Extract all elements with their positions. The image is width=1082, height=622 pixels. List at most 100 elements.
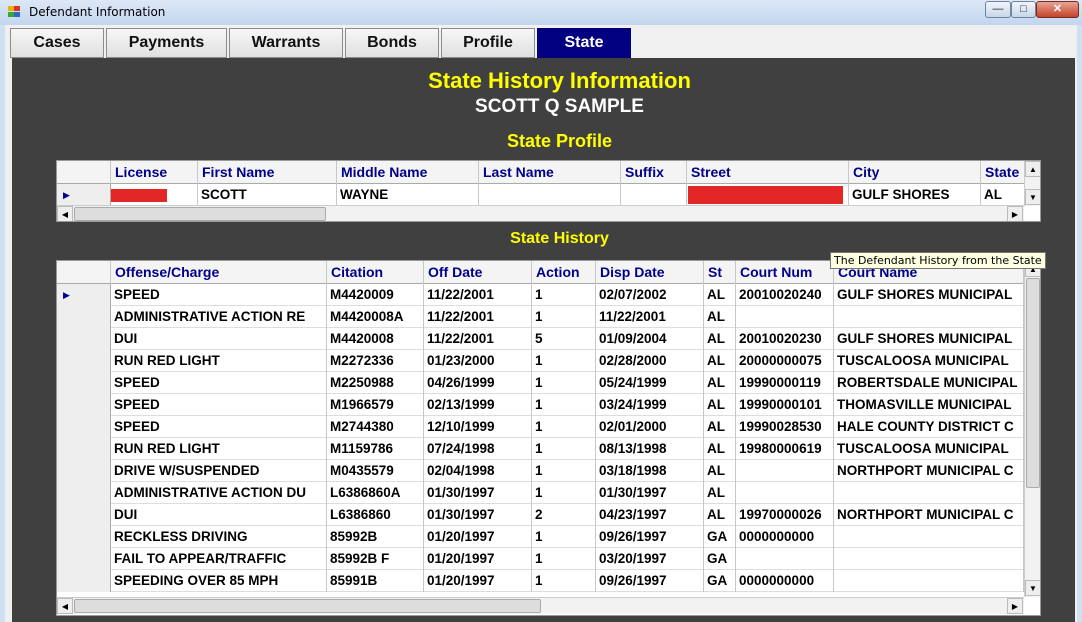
cell-action: 1: [532, 350, 596, 372]
cell-suffix: [621, 184, 687, 206]
window-title: Defendant Information: [29, 5, 166, 19]
col-license[interactable]: License: [111, 161, 198, 184]
table-row[interactable]: SPEED M2744380 12/10/1999 1 02/01/2000 AL 1999…: [57, 416, 1024, 438]
col-last-name[interactable]: Last Name: [479, 161, 621, 184]
col-city[interactable]: City: [849, 161, 981, 184]
cell-court-name: GULF SHORES MUNICIPAL: [834, 328, 1024, 350]
scroll-down-icon[interactable]: ▼: [1025, 189, 1040, 205]
scroll-right-icon[interactable]: ▶: [1007, 206, 1023, 221]
table-row[interactable]: ADMINISTRATIVE ACTION DU L6386860A 01/30/1…: [57, 482, 1024, 504]
scroll-down-icon[interactable]: ▼: [1025, 580, 1040, 596]
scroll-thumb[interactable]: [1026, 278, 1040, 488]
col-action[interactable]: Action: [532, 261, 596, 284]
tab-warrants[interactable]: Warrants: [229, 28, 343, 58]
scroll-up-icon[interactable]: ▲: [1025, 161, 1040, 177]
table-row[interactable]: SPEEDING OVER 85 MPH 85991B 01/20/1997 1 09/…: [57, 570, 1024, 592]
history-grid[interactable]: Offense/Charge Citation Off Date Action …: [56, 260, 1041, 616]
history-vscroll[interactable]: ▲ ▼: [1024, 261, 1040, 597]
cell-action: 1: [532, 460, 596, 482]
col-court-num[interactable]: Court Num: [736, 261, 834, 284]
cell-action: 5: [532, 328, 596, 350]
table-row[interactable]: RUN RED LIGHT M2272336 01/23/2000 1 02/28/20…: [57, 350, 1024, 372]
col-citation[interactable]: Citation: [327, 261, 424, 284]
cell-off-date: 11/22/2001: [424, 328, 532, 350]
table-row[interactable]: RUN RED LIGHT M1159786 07/24/1998 1 08/13/19…: [57, 438, 1024, 460]
tab-payments[interactable]: Payments: [106, 28, 227, 58]
row-selector[interactable]: [57, 482, 111, 504]
col-street[interactable]: Street: [687, 161, 849, 184]
tab-profile[interactable]: Profile: [441, 28, 535, 58]
cell-citation: M0435579: [327, 460, 424, 482]
cell-citation: L6386860A: [327, 482, 424, 504]
row-selector[interactable]: [57, 548, 111, 570]
col-first-name[interactable]: First Name: [198, 161, 337, 184]
cell-off-date: 02/04/1998: [424, 460, 532, 482]
col-off-date[interactable]: Off Date: [424, 261, 532, 284]
row-selector[interactable]: [57, 460, 111, 482]
table-row[interactable]: DUI L6386860 01/30/1997 2 04/23/1997 AL 199700…: [57, 504, 1024, 526]
profile-hscroll[interactable]: ◀ ▶: [57, 205, 1024, 221]
cell-disp-date: 03/20/1997: [596, 548, 704, 570]
cell-offense: SPEEDING OVER 85 MPH: [111, 570, 327, 592]
row-selector[interactable]: [57, 504, 111, 526]
scroll-right-icon[interactable]: ▶: [1007, 598, 1023, 614]
cell-court-num: 20010020230: [736, 328, 834, 350]
table-row[interactable]: RECKLESS DRIVING 85992B 01/20/1997 1 09/26/1…: [57, 526, 1024, 548]
scroll-thumb[interactable]: [74, 207, 326, 221]
row-selector[interactable]: [57, 394, 111, 416]
row-selector[interactable]: [57, 328, 111, 350]
row-selector[interactable]: [57, 526, 111, 548]
row-selector[interactable]: [57, 416, 111, 438]
window-body: Cases Payments Warrants Bonds Profile St…: [5, 25, 1077, 622]
cell-court-num: 0000000000: [736, 526, 834, 548]
cell-court-name: [834, 306, 1024, 328]
tab-state[interactable]: State: [537, 28, 631, 58]
cell-action: 1: [532, 548, 596, 570]
cell-disp-date: 09/26/1997: [596, 526, 704, 548]
col-st[interactable]: St: [704, 261, 736, 284]
cell-off-date: 01/30/1997: [424, 504, 532, 526]
row-selector[interactable]: [57, 570, 111, 592]
table-row[interactable]: DRIVE W/SUSPENDED M0435579 02/04/1998 1 03/1…: [57, 460, 1024, 482]
maximize-button[interactable]: □: [1011, 1, 1036, 18]
cell-disp-date: 05/24/1999: [596, 372, 704, 394]
table-row[interactable]: ADMINISTRATIVE ACTION RE M4420008A 11/22/2…: [57, 306, 1024, 328]
cell-court-num: 0000000000: [736, 570, 834, 592]
row-selector[interactable]: ▶: [57, 284, 111, 306]
row-selector[interactable]: [57, 306, 111, 328]
cell-court-name: NORTHPORT MUNICIPAL C: [834, 504, 1024, 526]
scroll-left-icon[interactable]: ◀: [57, 598, 73, 614]
row-selector[interactable]: [57, 438, 111, 460]
close-button[interactable]: ✕: [1036, 1, 1079, 18]
profile-row[interactable]: ▶ SCOTT WAYNE GULF SHORES AL: [57, 184, 1025, 206]
col-state[interactable]: State: [981, 161, 1025, 184]
tab-cases[interactable]: Cases: [10, 28, 104, 58]
cell-offense: DRIVE W/SUSPENDED: [111, 460, 327, 482]
tab-bonds[interactable]: Bonds: [345, 28, 439, 58]
row-selector[interactable]: [57, 372, 111, 394]
table-row[interactable]: ▶ SPEED M4420009 11/22/2001 1 02/07/2002 AL 200…: [57, 284, 1024, 306]
cell-court-name: [834, 526, 1024, 548]
cell-citation: M4420009: [327, 284, 424, 306]
col-middle-name[interactable]: Middle Name: [337, 161, 479, 184]
table-row[interactable]: SPEED M1966579 02/13/1999 1 03/24/1999 AL 1999…: [57, 394, 1024, 416]
history-hscroll[interactable]: ◀ ▶: [57, 597, 1024, 614]
table-row[interactable]: DUI M4420008 11/22/2001 5 01/09/2004 AL 200100…: [57, 328, 1024, 350]
cell-st: GA: [704, 570, 736, 592]
cell-court-num: 20000000075: [736, 350, 834, 372]
profile-grid[interactable]: License First Name Middle Name Last Name…: [56, 160, 1041, 222]
col-disp-date[interactable]: Disp Date: [596, 261, 704, 284]
redacted-street: [688, 186, 843, 204]
col-suffix[interactable]: Suffix: [621, 161, 687, 184]
row-selector[interactable]: [57, 350, 111, 372]
row-selector[interactable]: ▶: [57, 184, 111, 206]
scroll-left-icon[interactable]: ◀: [57, 206, 73, 221]
cell-court-name: ROBERTSDALE MUNICIPAL: [834, 372, 1024, 394]
scroll-thumb[interactable]: [74, 599, 541, 613]
col-offense[interactable]: Offense/Charge: [111, 261, 327, 284]
minimize-button[interactable]: —: [985, 1, 1011, 18]
table-row[interactable]: SPEED M2250988 04/26/1999 1 05/24/1999 AL 1999…: [57, 372, 1024, 394]
cell-court-num: [736, 460, 834, 482]
table-row[interactable]: FAIL TO APPEAR/TRAFFIC 85992B F 01/20/1997…: [57, 548, 1024, 570]
profile-vscroll[interactable]: ▲ ▼: [1024, 161, 1040, 206]
